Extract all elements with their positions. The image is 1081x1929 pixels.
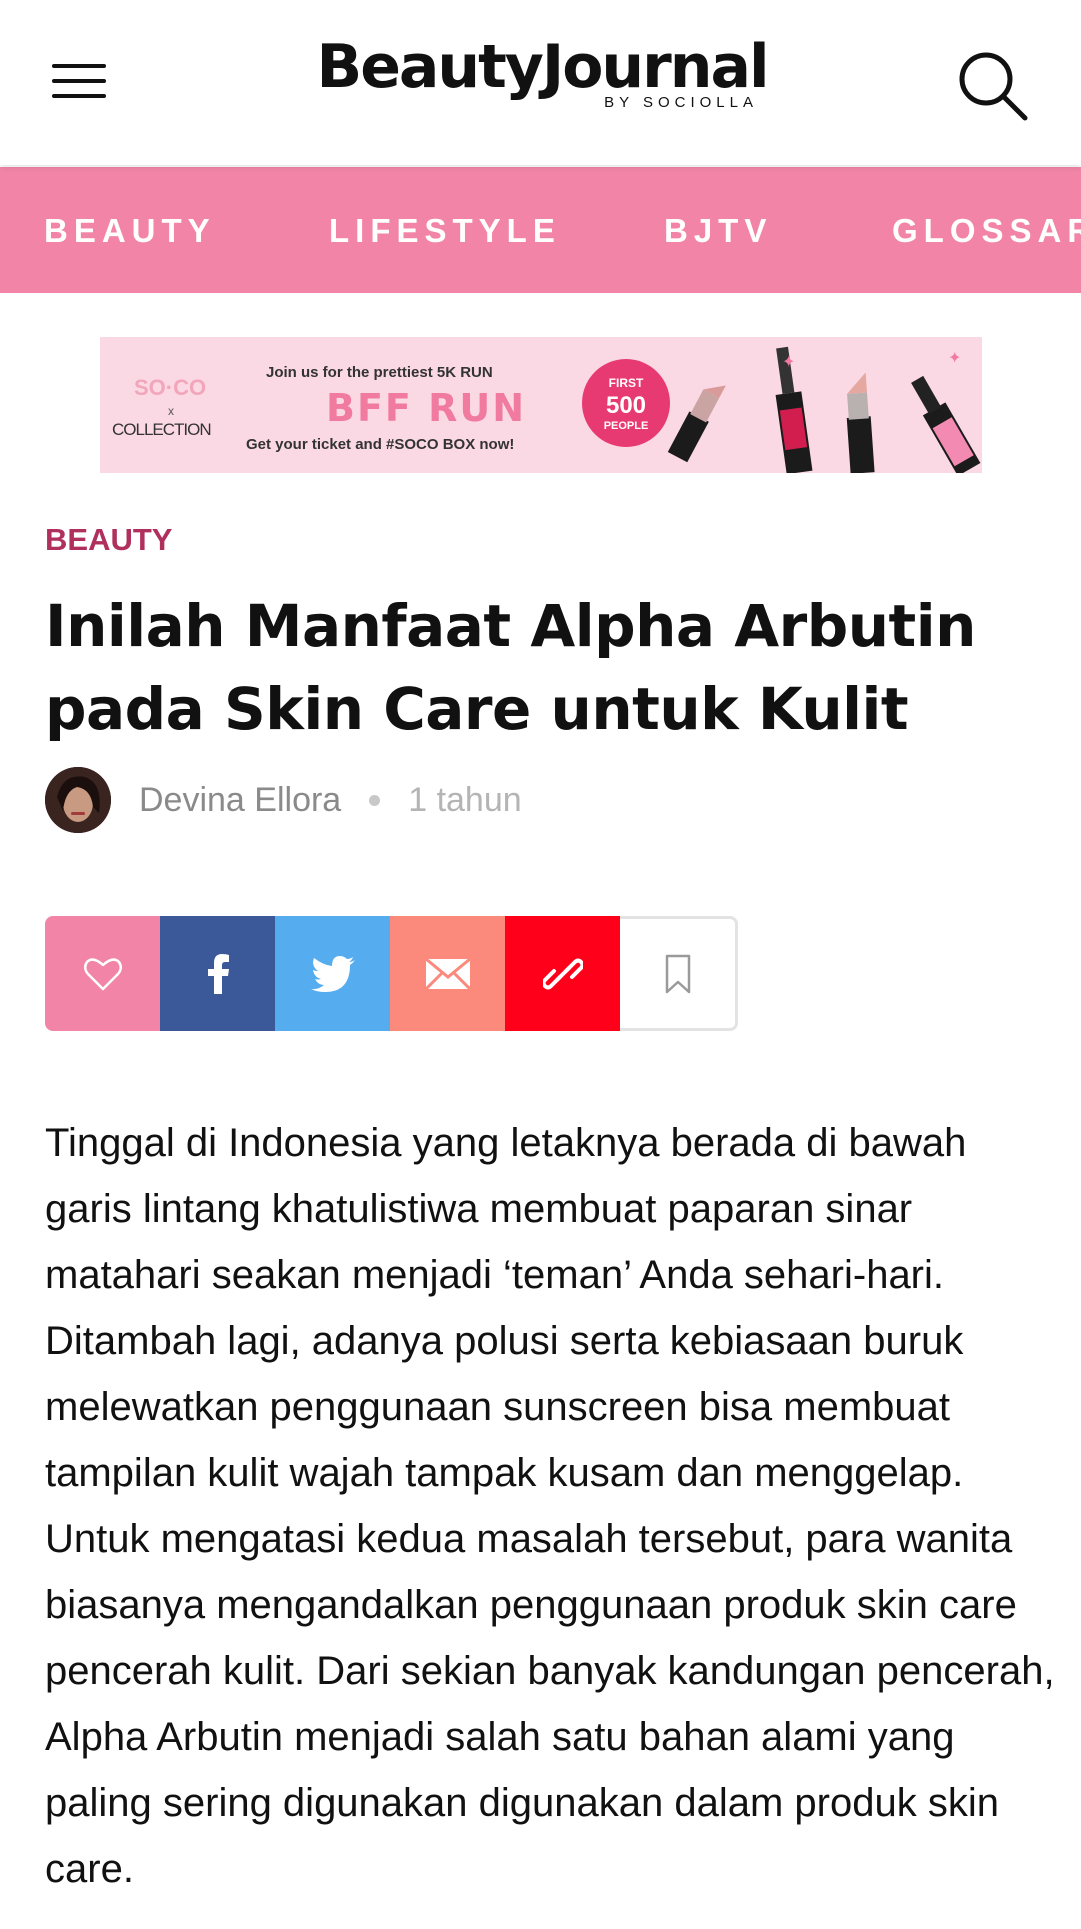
author-name[interactable]: Devina Ellora: [139, 781, 341, 820]
logo-wordmark: BeautyJournal: [316, 32, 769, 102]
ad-badge-mid: 500: [606, 392, 646, 419]
ad-badge-bottom: PEOPLE: [604, 420, 649, 432]
twitter-icon: [310, 955, 355, 992]
share-facebook-button[interactable]: [160, 916, 275, 1031]
ad-badge-top: FIRST: [609, 376, 644, 390]
search-icon[interactable]: [955, 48, 1031, 124]
hamburger-menu-icon[interactable]: [40, 52, 110, 112]
heart-icon: [83, 957, 122, 990]
link-icon: [542, 958, 583, 989]
svg-text:✦: ✦: [782, 352, 795, 371]
like-button[interactable]: [45, 916, 160, 1031]
ad-cta: Get your ticket and #SOCO BOX now!: [246, 436, 514, 453]
share-bar: [45, 916, 738, 1031]
ad-brand-top: SO·CO: [134, 375, 206, 400]
article-body: Tinggal di Indonesia yang letaknya berad…: [45, 1121, 1055, 1891]
ad-headline-big: BFF RUN: [326, 386, 526, 430]
author-avatar[interactable]: [45, 767, 111, 833]
svg-text:✦: ✦: [948, 348, 961, 367]
nav-item-bjtv[interactable]: BJTV: [664, 211, 772, 251]
share-twitter-button[interactable]: [275, 916, 390, 1031]
share-email-button[interactable]: [390, 916, 505, 1031]
nav-item-beauty[interactable]: BEAUTY: [44, 211, 216, 251]
nav-item-glossary[interactable]: GLOSSARY: [892, 211, 1081, 251]
ad-banner[interactable]: SO·CO x COLLECTION Join us for the prett…: [100, 337, 982, 473]
site-header: BeautyJournal BY SOCIOLLA: [0, 0, 1081, 165]
article-category-link[interactable]: BEAUTY: [45, 522, 172, 558]
bookmark-icon: [665, 954, 690, 993]
facebook-icon: [207, 953, 229, 994]
ad-brand-x: x: [168, 404, 174, 418]
bookmark-button[interactable]: [620, 916, 738, 1031]
article-title: Inilah Manfaat Alpha Arbutin pada Skin C…: [45, 592, 976, 743]
ad-headline-small: Join us for the prettiest 5K RUN: [266, 364, 493, 381]
copy-link-button[interactable]: [505, 916, 620, 1031]
publish-time: 1 tahun: [408, 780, 522, 819]
ad-brand-bottom: COLLECTION: [112, 420, 211, 439]
article-byline: Devina Ellora 1 tahun: [45, 767, 522, 833]
nav-item-lifestyle[interactable]: LIFESTYLE: [329, 211, 561, 251]
separator-dot: [369, 794, 381, 806]
site-logo[interactable]: BeautyJournal BY SOCIOLLA: [312, 34, 772, 111]
category-nav: BEAUTY LIFESTYLE BJTV GLOSSARY: [0, 167, 1081, 293]
mail-icon: [424, 957, 471, 990]
ad-banner-artwork: SO·CO x COLLECTION Join us for the prett…: [100, 337, 982, 473]
